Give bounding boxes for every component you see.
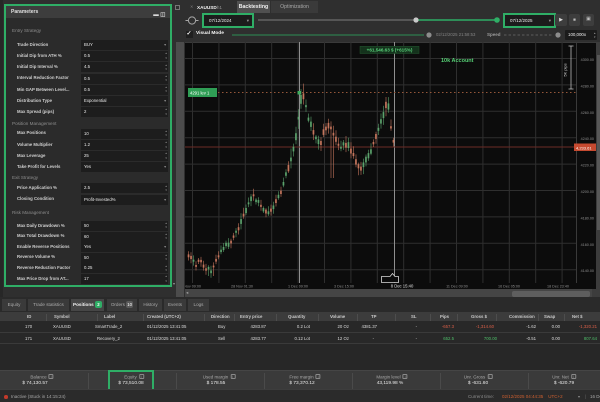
svg-text:4180.00: 4180.00 [581, 216, 594, 220]
svg-text:18 Dec 23:40: 18 Dec 23:40 [547, 285, 569, 289]
svg-text:4240.00: 4240.00 [581, 137, 594, 141]
svg-text:11 Dec 09:00: 11 Dec 09:00 [446, 285, 468, 289]
svg-text:25 Nov 09:00: 25 Nov 09:00 [185, 285, 201, 289]
svg-text:5K pips: 5K pips [563, 63, 568, 76]
svg-text:4200.00: 4200.00 [581, 190, 594, 194]
svg-text:8 Dec 15:40: 8 Dec 15:40 [391, 284, 414, 289]
svg-text:+61,546.63 $ (+615%): +61,546.63 $ (+615%) [367, 48, 413, 53]
svg-text:16 Dec 05:00: 16 Dec 05:00 [498, 285, 520, 289]
svg-text:1 Dec 09:00: 1 Dec 09:00 [288, 285, 308, 289]
svg-text:4280.00: 4280.00 [581, 84, 594, 88]
svg-text:4140.00: 4140.00 [581, 269, 594, 273]
svg-text:4291 lev 1: 4291 lev 1 [190, 91, 210, 96]
svg-text:4300.00: 4300.00 [581, 58, 594, 62]
svg-text:10k Account: 10k Account [441, 58, 474, 64]
svg-text:4,233.61: 4,233.61 [576, 145, 592, 150]
svg-text:3 Dec 15:00: 3 Dec 15:00 [334, 285, 354, 289]
svg-text:4160.00: 4160.00 [581, 243, 594, 247]
svg-text:4220.00: 4220.00 [581, 164, 594, 168]
svg-text:28 Nov 01:30: 28 Nov 01:30 [231, 285, 253, 289]
svg-text:4260.00: 4260.00 [581, 111, 594, 115]
